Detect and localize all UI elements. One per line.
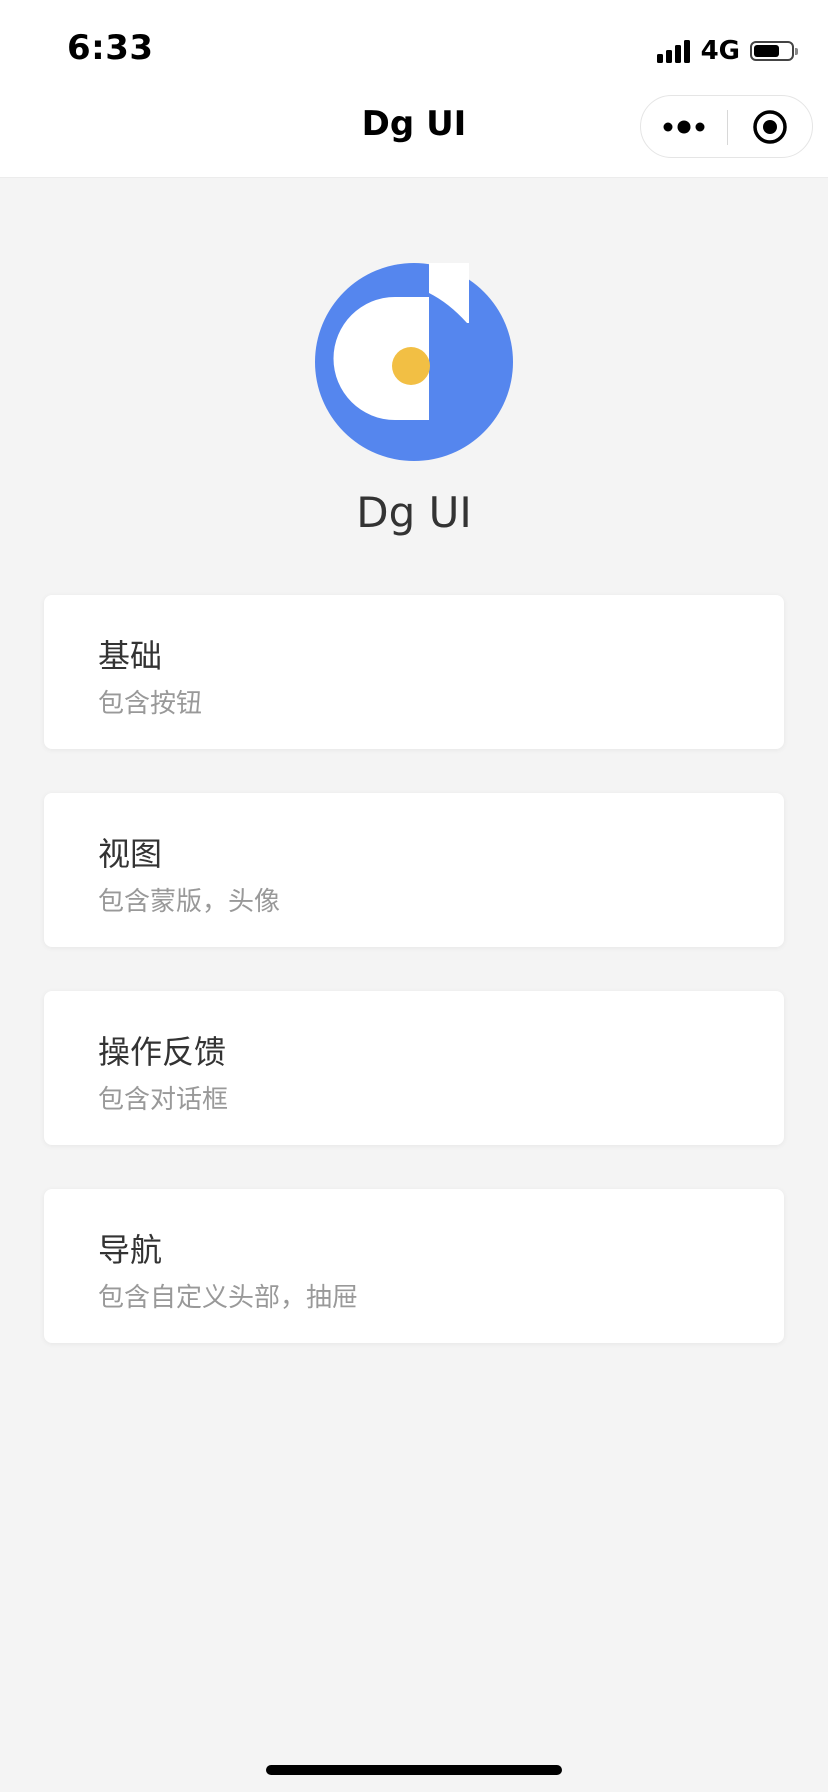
more-dots-icon [663,120,705,133]
header-bar: 6:33 4G Dg UI [0,0,828,178]
menu-card-desc: 包含对话框 [98,1085,229,1115]
menu-card-basic[interactable]: 基础 包含按钮 [44,595,784,749]
menu-card-feedback[interactable]: 操作反馈 包含对话框 [44,991,784,1145]
menu-card-navigation[interactable]: 导航 包含自定义头部，抽屉 [44,1189,784,1343]
brand-name: Dg UI [356,488,472,537]
home-indicator [266,1765,562,1775]
mini-program-capsule [640,95,813,158]
menu-card-desc: 包含自定义头部，抽屉 [98,1283,359,1313]
menu-card-title: 视图 [98,835,163,873]
close-button[interactable] [728,96,812,157]
target-circle-icon [753,109,787,144]
status-indicators: 4G [656,36,798,66]
menu-card-desc: 包含蒙版，头像 [98,887,281,917]
status-time: 6:33 [67,28,154,68]
menu-card-title: 操作反馈 [98,1033,227,1071]
more-button[interactable] [641,96,727,157]
battery-level [754,45,780,57]
network-type: 4G [700,36,740,66]
battery-icon [750,41,798,61]
menu-card-title: 基础 [98,637,163,675]
menu-card-desc: 包含按钮 [98,689,203,719]
menu-card-view[interactable]: 视图 包含蒙版，头像 [44,793,784,947]
menu-card-title: 导航 [98,1231,163,1269]
dg-logo-icon [315,263,513,461]
signal-icon [656,39,693,63]
